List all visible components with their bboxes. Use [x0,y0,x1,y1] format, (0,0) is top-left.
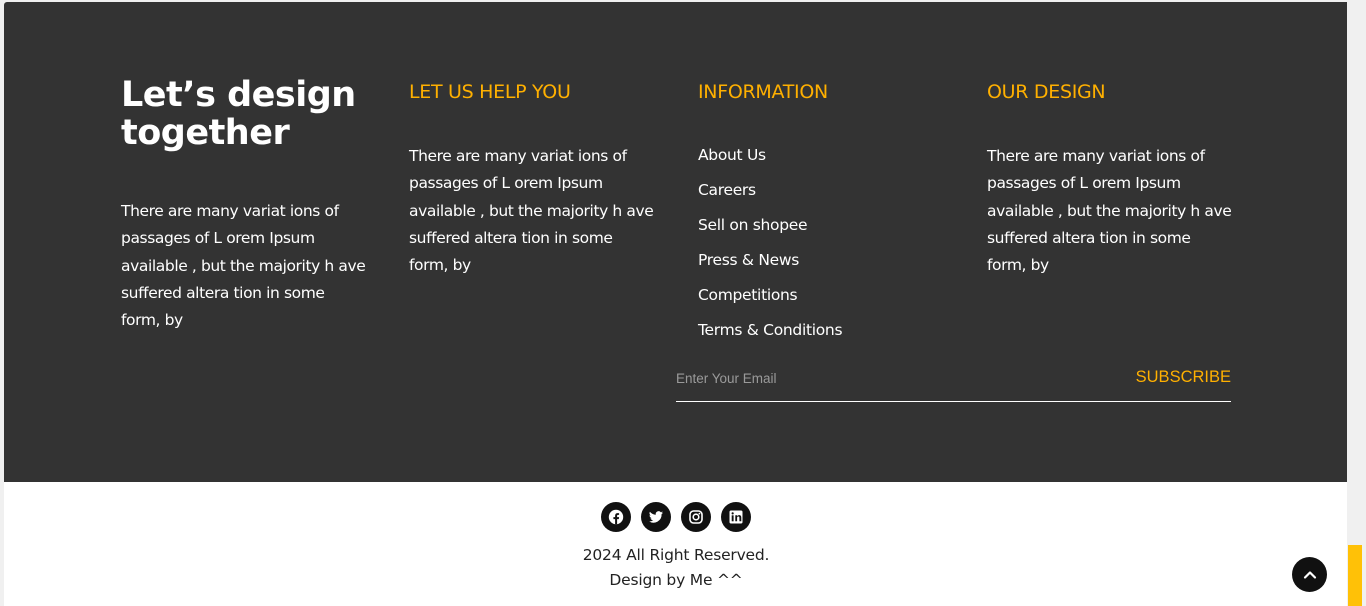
facebook-icon [608,509,624,525]
info-link-press-news[interactable]: Press & News [698,247,842,282]
brand-title: Let’s design together [121,75,356,153]
info-link-sell-on-shopee[interactable]: Sell on shopee [698,212,842,247]
help-description: There are many variat ions of passages o… [409,147,654,275]
info-link-terms-conditions[interactable]: Terms & Conditions [698,317,843,352]
design-heading: OUR DESIGN [987,81,1106,103]
linkedin-icon [729,510,743,524]
email-input[interactable] [676,364,1096,392]
copyright-line: 2024 All Right Reserved. [582,546,770,564]
social-links [601,502,751,532]
info-link-competitions[interactable]: Competitions [698,282,842,317]
info-link-careers[interactable]: Careers [698,177,842,212]
subscribe-button[interactable]: SUBSCRIBE [1136,364,1231,390]
twitter-link[interactable] [641,502,671,532]
instagram-link[interactable] [681,502,711,532]
back-to-top-button[interactable] [1292,557,1327,592]
linkedin-link[interactable] [721,502,751,532]
instagram-icon [689,510,703,524]
subscribe-form: SUBSCRIBE [676,362,1231,402]
scrollbar-track[interactable] [1347,0,1366,606]
copyright-text: 2024 All Right Reserved. Design by Me ^^ [476,543,876,593]
facebook-link[interactable] [601,502,631,532]
design-description: There are many variat ions of passages o… [987,147,1232,275]
brand-description: There are many variat ions of passages o… [121,202,366,330]
info-link-about-us[interactable]: About Us [698,142,842,177]
page-viewport: Let’s design together There are many var… [0,0,1366,606]
chevron-up-icon [1303,570,1316,579]
information-heading: INFORMATION [698,81,828,103]
information-links: About Us Careers Sell on shopee Press & … [698,142,843,352]
credit-line: Design by Me ^^ [609,571,743,589]
twitter-icon [649,511,663,523]
help-heading: LET US HELP YOU [409,81,571,103]
scrollbar-thumb[interactable] [1348,545,1362,606]
